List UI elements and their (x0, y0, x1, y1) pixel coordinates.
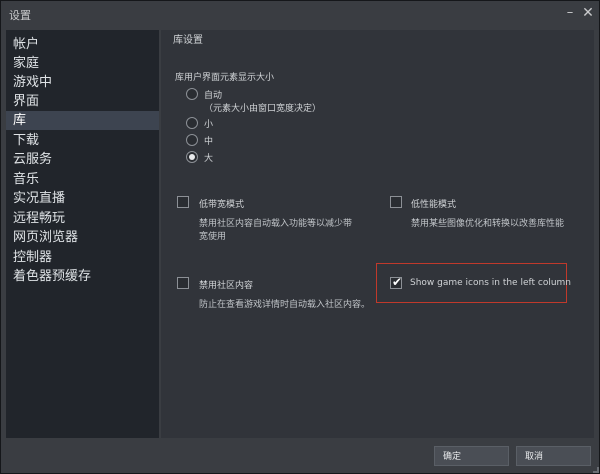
sidebar-item-remote-play[interactable]: 远程畅玩 (6, 209, 159, 228)
show-game-icons-label[interactable]: Show game icons in the left column (410, 278, 571, 288)
minimize-icon[interactable]: – (561, 4, 579, 22)
settings-sidebar: 帐户 家庭 游戏中 界面 库 下载 云服务 音乐 实况直播 远程畅玩 网页浏览器… (6, 30, 159, 438)
sidebar-item-shader-cache[interactable]: 着色器预缓存 (6, 267, 159, 286)
disable-community-checkbox[interactable] (177, 277, 189, 289)
size-medium-radio[interactable] (186, 134, 198, 146)
size-small-label[interactable]: 小 (204, 117, 213, 130)
sidebar-item-cloud[interactable]: 云服务 (6, 150, 159, 169)
size-large-label[interactable]: 大 (204, 151, 213, 164)
page-title: 库设置 (173, 35, 203, 46)
title-bar[interactable]: 设置 – ✕ (1, 1, 599, 27)
sidebar-item-account[interactable]: 帐户 (6, 35, 159, 54)
sidebar-item-downloads[interactable]: 下载 (6, 131, 159, 150)
ui-size-group-label: 库用户界面元素显示大小 (175, 73, 275, 83)
low-bandwidth-label[interactable]: 低带宽模式 (199, 197, 244, 210)
low-bandwidth-checkbox[interactable] (177, 196, 189, 208)
sidebar-item-in-game[interactable]: 游戏中 (6, 73, 159, 92)
size-small-radio[interactable] (186, 117, 198, 129)
size-auto-radio[interactable] (186, 88, 198, 100)
size-auto-sublabel: （元素大小由窗口宽度决定） (204, 104, 322, 114)
size-medium-label[interactable]: 中 (204, 134, 213, 147)
resize-grip-icon[interactable] (593, 467, 599, 473)
disable-community-label[interactable]: 禁用社区内容 (199, 278, 253, 291)
sidebar-item-music[interactable]: 音乐 (6, 170, 159, 189)
show-game-icons-checkbox[interactable]: ✔ (390, 275, 403, 289)
sidebar-item-family[interactable]: 家庭 (6, 54, 159, 73)
cancel-button[interactable]: 取消 (516, 446, 591, 466)
window-title: 设置 (9, 9, 31, 22)
low-performance-label[interactable]: 低性能模式 (411, 197, 456, 210)
sidebar-item-broadcasting[interactable]: 实况直播 (6, 189, 159, 208)
low-performance-desc: 禁用某些图像优化和转换以改善库性能 (411, 219, 565, 229)
settings-window: 设置 – ✕ 帐户 家庭 游戏中 界面 库 下载 云服务 音乐 实况直播 远程畅… (0, 0, 600, 474)
low-bandwidth-desc-line1: 禁用社区内容自动载入功能等以减少带 (199, 219, 353, 229)
size-auto-label[interactable]: 自动 (204, 88, 222, 101)
low-bandwidth-desc-line2: 宽使用 (199, 232, 227, 242)
low-performance-checkbox[interactable] (390, 196, 402, 208)
sidebar-item-interface[interactable]: 界面 (6, 92, 159, 111)
sidebar-item-web-browser[interactable]: 网页浏览器 (6, 228, 159, 247)
disable-community-desc: 防止在查看游戏详情时自动载入社区内容。 (199, 300, 371, 310)
size-large-radio[interactable] (186, 151, 198, 163)
sidebar-item-controller[interactable]: 控制器 (6, 248, 159, 267)
library-settings-panel: 库设置 库用户界面元素显示大小 自动 （元素大小由窗口宽度决定） 小 中 大 低… (161, 30, 594, 438)
ok-button[interactable]: 确定 (434, 446, 509, 466)
sidebar-item-library[interactable]: 库 (6, 111, 159, 130)
checkmark-icon: ✔ (392, 275, 403, 289)
close-icon[interactable]: ✕ (579, 4, 597, 22)
